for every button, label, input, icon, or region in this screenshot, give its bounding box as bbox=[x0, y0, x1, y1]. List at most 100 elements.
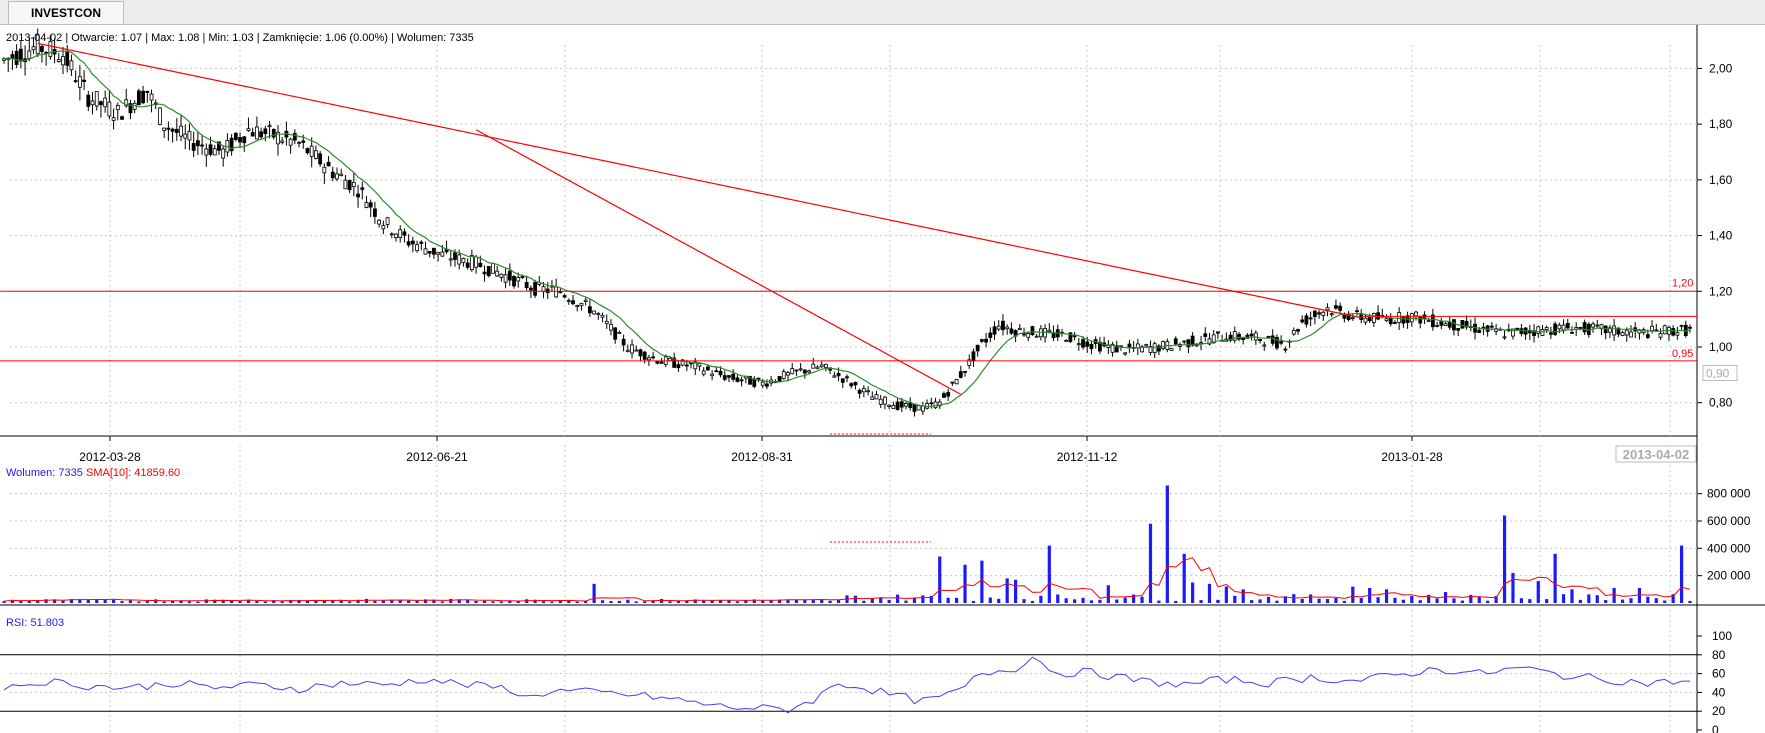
candle-body bbox=[465, 262, 470, 268]
candle-body bbox=[807, 370, 811, 373]
volume-bar bbox=[1418, 600, 1422, 603]
candle-body bbox=[1338, 305, 1343, 311]
candle-body bbox=[314, 150, 318, 159]
volume-bar bbox=[255, 601, 259, 603]
volume-bar bbox=[1266, 596, 1271, 603]
candle-body bbox=[351, 182, 356, 188]
candle-body bbox=[457, 254, 462, 265]
candle-body bbox=[600, 314, 605, 318]
volume-tick-label: 400 000 bbox=[1707, 541, 1751, 555]
candle-body bbox=[1549, 332, 1553, 335]
candle-body bbox=[82, 79, 86, 82]
volume-bar bbox=[575, 601, 579, 603]
candle-body bbox=[646, 357, 651, 361]
candle-body bbox=[61, 56, 65, 66]
candle-body bbox=[1321, 311, 1326, 316]
candle-body bbox=[183, 133, 188, 139]
candle-body bbox=[335, 173, 339, 180]
candle-body bbox=[1334, 305, 1338, 309]
volume-bar bbox=[196, 601, 200, 603]
volume-bar bbox=[963, 564, 967, 603]
candle-body bbox=[975, 344, 980, 352]
candle-body bbox=[583, 299, 588, 302]
volume-bar bbox=[466, 600, 470, 603]
price-tick-label: 1,20 bbox=[1709, 284, 1733, 298]
tab-investcon[interactable]: INVESTCON bbox=[8, 1, 125, 24]
volume-bar bbox=[1157, 600, 1161, 603]
volume-bar bbox=[1342, 600, 1346, 603]
candle-body bbox=[706, 366, 710, 371]
candle-body bbox=[1393, 321, 1397, 324]
candle-body bbox=[1536, 326, 1541, 334]
volume-bar bbox=[1224, 586, 1228, 603]
volume-bar bbox=[1629, 598, 1633, 603]
rsi-tick-label: 100 bbox=[1712, 629, 1732, 643]
candle-body bbox=[718, 370, 723, 376]
candle-body bbox=[1001, 320, 1005, 331]
candle-body bbox=[1258, 339, 1262, 341]
candle-body bbox=[1186, 339, 1191, 348]
candle-body bbox=[267, 125, 272, 128]
volume-bar bbox=[1452, 598, 1456, 603]
candle-body bbox=[916, 405, 921, 411]
candle-body bbox=[77, 76, 82, 88]
candle-body bbox=[878, 398, 883, 405]
candle-body bbox=[120, 116, 124, 120]
candle-body bbox=[1671, 328, 1676, 336]
candle-body bbox=[259, 131, 264, 138]
volume-bar bbox=[1646, 596, 1650, 603]
volume-bar bbox=[1595, 595, 1599, 603]
volume-bar bbox=[1393, 597, 1397, 603]
candle-body bbox=[1578, 326, 1583, 329]
candle-body bbox=[1355, 310, 1359, 313]
candle-body bbox=[659, 361, 664, 364]
candle-body bbox=[339, 173, 344, 176]
volume-bar bbox=[954, 597, 959, 603]
candle-body bbox=[1384, 318, 1389, 322]
candle-body bbox=[1612, 325, 1617, 336]
candle-body bbox=[992, 326, 997, 335]
volume-bar bbox=[1536, 581, 1540, 603]
volume-sma-label: SMA[10]: 41859.60 bbox=[86, 467, 180, 479]
volume-bar bbox=[828, 600, 832, 603]
candle-body bbox=[996, 325, 1001, 330]
candle-body bbox=[984, 338, 988, 343]
candle-body bbox=[94, 91, 99, 107]
volume-bar bbox=[1098, 599, 1102, 603]
volume-bar bbox=[1317, 598, 1321, 603]
candle-body bbox=[1519, 328, 1524, 334]
volume-tick-label: 600 000 bbox=[1707, 514, 1751, 528]
candle-body bbox=[373, 208, 377, 217]
candle-body bbox=[1022, 333, 1026, 336]
candle-body bbox=[65, 50, 70, 66]
volume-bar bbox=[1207, 583, 1212, 603]
candle-body bbox=[1595, 324, 1600, 327]
volume-bar bbox=[1401, 599, 1405, 603]
price-tick-label: 1,00 bbox=[1709, 340, 1733, 354]
candle-body bbox=[942, 393, 946, 398]
volume-bar bbox=[1486, 600, 1490, 603]
volume-bar bbox=[491, 601, 495, 603]
volume-bar bbox=[1123, 597, 1127, 603]
candle-body bbox=[1266, 335, 1271, 338]
volume-bar bbox=[1148, 523, 1153, 603]
volume-bar bbox=[230, 600, 234, 603]
candle-body bbox=[448, 258, 453, 261]
candle-body bbox=[179, 125, 183, 137]
candle-body bbox=[1477, 329, 1482, 333]
volume-bar bbox=[86, 599, 90, 603]
volume-bar bbox=[1064, 598, 1068, 603]
candle-body bbox=[86, 94, 91, 107]
candle-body bbox=[1409, 313, 1414, 323]
volume-bar bbox=[1140, 596, 1144, 603]
candle-body bbox=[507, 270, 512, 281]
volume-bar bbox=[1528, 599, 1532, 603]
volume-bar bbox=[1460, 600, 1464, 603]
volume-bar bbox=[1654, 598, 1658, 603]
candle-body bbox=[1026, 333, 1031, 338]
candle-body bbox=[491, 262, 495, 274]
candle-body bbox=[1300, 319, 1305, 323]
candle-body bbox=[1085, 341, 1090, 347]
volume-bar bbox=[280, 601, 284, 603]
volume-bar bbox=[238, 601, 242, 603]
